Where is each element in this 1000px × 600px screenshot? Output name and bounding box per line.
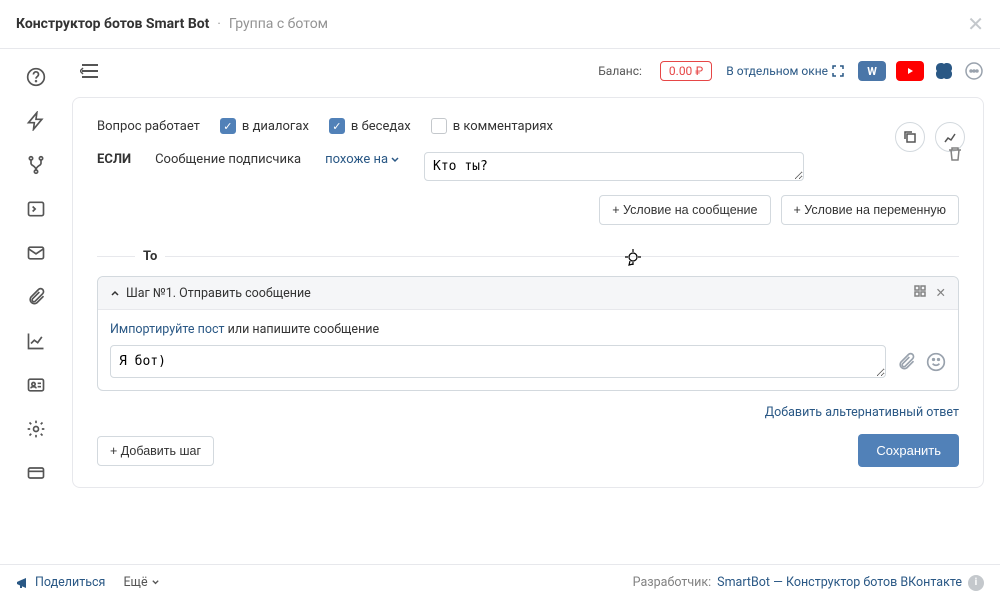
sidebar-mail[interactable] (16, 233, 56, 273)
close-icon[interactable]: ✕ (967, 12, 984, 36)
add-message-condition-button[interactable]: + Условие на сообщение (599, 195, 770, 225)
megaphone-icon (16, 576, 30, 590)
youtube-icon[interactable] (896, 61, 924, 81)
editor-card: Вопрос работает в диалогах в беседах в к… (72, 97, 984, 488)
developer-label: Разработчик: (633, 575, 712, 590)
smile-icon (926, 352, 946, 372)
expand-icon (832, 65, 844, 77)
cb-dialogs-label: в диалогах (242, 119, 309, 134)
menu-toggle[interactable] (80, 63, 100, 79)
step-close-icon[interactable]: ✕ (936, 285, 946, 301)
if-label: ЕСЛИ (97, 152, 131, 167)
balance-value[interactable]: 0.00 ₽ (660, 61, 712, 81)
sidebar (0, 49, 72, 568)
balance-label: Баланс: (598, 64, 642, 78)
info-icon[interactable]: i (968, 575, 984, 591)
chat-bubble-icon[interactable] (964, 61, 984, 81)
chevron-up-icon (110, 288, 120, 298)
emoji-button[interactable] (926, 352, 946, 372)
sidebar-attach[interactable] (16, 277, 56, 317)
sidebar-profile[interactable] (16, 365, 56, 405)
app-title: Конструктор ботов Smart Bot (16, 16, 209, 32)
vk-icon[interactable]: W (858, 61, 886, 81)
sidebar-help[interactable] (16, 57, 56, 97)
gear-icon (26, 419, 46, 439)
step-header[interactable]: Шаг №1. Отправить сообщение ✕ (98, 277, 958, 310)
checkbox-comments[interactable]: в комментариях (431, 118, 553, 134)
import-line: Импортируйте пост или напишите сообщение (110, 322, 946, 337)
question-works-row: Вопрос работает в диалогах в беседах в к… (97, 118, 959, 134)
step-grid-icon[interactable] (914, 285, 926, 301)
add-step-button[interactable]: + Добавить шаг (97, 436, 214, 466)
condition-row: ЕСЛИ Сообщение подписчика похоже на (97, 152, 959, 181)
add-variable-condition-button[interactable]: + Условие на переменную (781, 195, 960, 225)
modal-header: Конструктор ботов Smart Bot · Группа с б… (0, 0, 1000, 49)
id-card-icon (26, 375, 46, 395)
separator: · (217, 17, 220, 32)
chevron-down-icon (390, 155, 400, 165)
developer-link[interactable]: SmartBot — Конструктор ботов ВКонтакте (717, 575, 962, 590)
mail-icon (26, 243, 46, 263)
condition-buttons: + Условие на сообщение + Условие на пере… (97, 195, 959, 225)
social-icons: W (858, 61, 984, 81)
open-window-label: В отдельном окне (726, 64, 828, 78)
sidebar-card[interactable] (16, 453, 56, 493)
trash-icon (947, 146, 963, 162)
branch-icon (26, 155, 46, 175)
share-link[interactable]: Поделиться (16, 575, 105, 590)
help-icon (26, 67, 46, 87)
group-name: Группа с ботом (229, 16, 328, 32)
works-label: Вопрос работает (97, 119, 200, 134)
grid-icon (914, 285, 926, 297)
topbar: Баланс: 0.00 ₽ В отдельном окне W (72, 49, 984, 93)
bolt-icon (26, 111, 46, 131)
checkbox-icon (329, 118, 345, 134)
sidebar-bolt[interactable] (16, 101, 56, 141)
stats-icon (943, 130, 957, 144)
then-divider: То (97, 249, 959, 264)
hamburger-icon (80, 63, 100, 79)
import-tail: или напишите сообщение (225, 322, 380, 337)
terminal-icon (26, 199, 46, 219)
chart-icon (26, 331, 46, 351)
save-button[interactable]: Сохранить (858, 434, 959, 467)
step-title: Шаг №1. Отправить сообщение (126, 286, 311, 301)
bottom-actions: + Добавить шаг Сохранить (97, 434, 959, 467)
step-box: Шаг №1. Отправить сообщение ✕ Импортируй… (97, 276, 959, 391)
cb-comments-label: в комментариях (453, 119, 553, 134)
message-input[interactable] (110, 345, 886, 378)
copy-icon (903, 130, 917, 144)
share-label: Поделиться (35, 575, 105, 590)
then-label: То (143, 249, 157, 264)
checkbox-dialogs[interactable]: в диалогах (220, 118, 309, 134)
checkbox-icon (220, 118, 236, 134)
sidebar-terminal[interactable] (16, 189, 56, 229)
checkbox-convos[interactable]: в беседах (329, 118, 411, 134)
condition-input[interactable] (424, 152, 804, 181)
more-dropdown[interactable]: Ещё (123, 575, 159, 590)
open-in-window[interactable]: В отдельном окне (726, 64, 844, 78)
chevron-down-icon (151, 578, 160, 587)
add-alternative-answer[interactable]: Добавить альтернативный ответ (765, 405, 959, 420)
delete-button[interactable] (947, 146, 963, 162)
sidebar-stats[interactable] (16, 321, 56, 361)
more-label: Ещё (123, 575, 147, 590)
brain-icon[interactable] (934, 62, 954, 80)
sidebar-settings[interactable] (16, 409, 56, 449)
attach-button[interactable] (896, 352, 916, 372)
cb-convos-label: в беседах (351, 119, 411, 134)
paperclip-icon (26, 287, 46, 307)
checkbox-icon (431, 118, 447, 134)
match-type-label: похоже на (325, 152, 388, 167)
paperclip-icon (896, 352, 916, 372)
subscriber-message-label: Сообщение подписчика (155, 152, 301, 167)
sidebar-branch[interactable] (16, 145, 56, 185)
match-type-dropdown[interactable]: похоже на (325, 152, 400, 167)
footer: Поделиться Ещё Разработчик: SmartBot — К… (0, 564, 1000, 600)
card-icon (26, 463, 46, 483)
import-post-link[interactable]: Импортируйте пост (110, 322, 225, 337)
alt-answer-row: Добавить альтернативный ответ (97, 405, 959, 420)
card-actions (895, 112, 963, 162)
copy-button[interactable] (895, 122, 925, 152)
